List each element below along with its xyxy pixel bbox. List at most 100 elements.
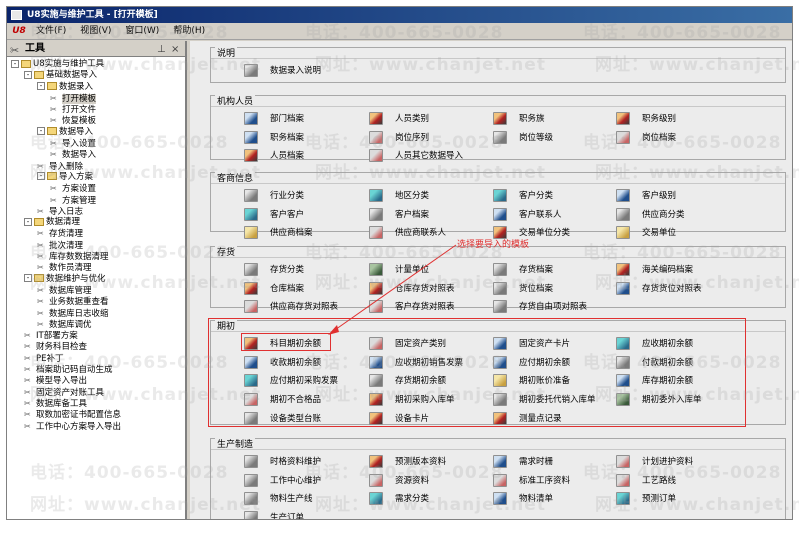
template-item[interactable]: 职务级别	[616, 112, 676, 127]
template-item[interactable]: 生产订单	[244, 511, 304, 519]
tree-item[interactable]: ✂ 业务数据重查看	[7, 296, 185, 307]
template-item[interactable]: 地区分类	[369, 189, 429, 204]
template-item[interactable]: 货位档案	[493, 281, 553, 297]
tree-item[interactable]: - 数据导入	[7, 127, 185, 138]
template-item[interactable]: 部门档案	[244, 112, 304, 127]
collapse-toggle-icon[interactable]: -	[37, 127, 45, 136]
tree-item[interactable]: - 基础数据导入	[7, 70, 185, 81]
template-item[interactable]: 海关编码档案	[616, 263, 693, 278]
template-label: 供应商档案	[270, 228, 313, 239]
folder-icon	[34, 274, 44, 283]
template-item[interactable]: 供应商分类	[616, 207, 685, 223]
tree-item[interactable]: ✂ 导入日志	[7, 206, 185, 217]
template-item[interactable]: 职务档案	[244, 130, 304, 146]
template-item[interactable]: 供应商档案	[244, 226, 313, 241]
tree-item[interactable]: ✂ 方案管理	[7, 195, 185, 206]
tree-item-label: PE补丁	[36, 353, 64, 364]
tree-item[interactable]: ✂ 数据库管理	[7, 285, 185, 296]
collapse-toggle-icon[interactable]: -	[24, 274, 32, 283]
menu-view[interactable]: 视图(V)	[73, 24, 118, 39]
tree-item[interactable]: ✂ 导入设置	[7, 138, 185, 149]
tree-item[interactable]: ✂ 导入删除	[7, 161, 185, 172]
template-item[interactable]: 时格资料维护	[244, 455, 321, 470]
template-item[interactable]: 标准工序资料	[493, 473, 570, 489]
template-item[interactable]: 仓库档案	[244, 281, 304, 297]
template-item[interactable]: 工作中心维护	[244, 473, 321, 489]
tree-item-label: 恢复模板	[62, 116, 97, 127]
folder-icon	[21, 59, 31, 68]
tree-item[interactable]: ✂ 数据库日志收缩	[7, 308, 185, 319]
collapse-toggle-icon[interactable]: -	[11, 59, 19, 68]
template-item[interactable]: 客户档案	[369, 207, 429, 223]
template-item[interactable]: 工艺路线	[616, 473, 676, 489]
menu-window[interactable]: 窗口(W)	[118, 24, 166, 39]
tool-leaf-icon: ✂	[37, 285, 44, 295]
template-icon	[369, 207, 383, 221]
close-icon[interactable]: ×	[171, 42, 179, 58]
collapse-toggle-icon[interactable]: -	[24, 217, 32, 226]
template-item[interactable]: 客户级别	[616, 189, 676, 204]
tree-item[interactable]: ✂ 模型导入导出	[7, 375, 185, 386]
tree-item[interactable]: - 数据录入	[7, 82, 185, 93]
template-item[interactable]: 存货分类	[244, 263, 304, 278]
folder-icon	[34, 217, 44, 226]
template-item[interactable]: 计划进护资料	[616, 455, 693, 470]
tree-item[interactable]: ✂ 工作中心方案导入导出	[7, 421, 185, 432]
tree-item[interactable]: - 数据维护与优化	[7, 274, 185, 285]
template-item[interactable]: 人员类别	[369, 112, 429, 127]
tree-item[interactable]: ✂ 恢复模板	[7, 115, 185, 126]
template-item[interactable]: 需求分类	[369, 492, 429, 507]
template-item[interactable]: 客户分类	[493, 189, 553, 204]
template-item[interactable]: 客户联系人	[493, 207, 562, 223]
template-item[interactable]: 存货档案	[493, 263, 553, 278]
tree-item[interactable]: ✂ 库存数数据清理	[7, 251, 185, 262]
tree-item[interactable]: ✂ 固定资产对账工具	[7, 387, 185, 398]
tree-item[interactable]: ✂ 财务科目检查	[7, 341, 185, 352]
tree-item[interactable]: ✂ 数据库备工具	[7, 398, 185, 409]
tree-item[interactable]: ✂ 数作员清理	[7, 262, 185, 273]
tree-item[interactable]: ✂ 批次清理	[7, 240, 185, 251]
pin-icon[interactable]: ⊥	[157, 42, 166, 58]
template-label: 存货自由项对照表	[519, 302, 588, 313]
tree-item[interactable]: - 数据清理	[7, 217, 185, 228]
collapse-toggle-icon[interactable]: -	[24, 70, 32, 79]
template-item[interactable]: 资源资料	[369, 473, 429, 489]
template-item[interactable]: 存货自由项对照表	[493, 300, 587, 315]
template-item[interactable]: 人员其它数据导入	[369, 149, 463, 164]
tree-item[interactable]: ✂ 打开模板	[7, 93, 185, 105]
tree-item[interactable]: ✂ 存货清理	[7, 228, 185, 239]
template-item[interactable]: 需求时栅	[493, 455, 553, 470]
template-item[interactable]: 预测订单	[616, 492, 676, 507]
folder-icon	[47, 82, 57, 91]
template-item[interactable]: 物料清单	[493, 492, 553, 507]
tree-item[interactable]: ✂ IT部署方案	[7, 330, 185, 341]
menu-file[interactable]: 文件(F)	[29, 24, 73, 39]
template-item[interactable]: 交易单位	[616, 226, 676, 241]
template-item[interactable]: 物料生产线	[244, 492, 313, 507]
template-item[interactable]: 岗位档案	[616, 130, 676, 146]
collapse-toggle-icon[interactable]: -	[37, 82, 45, 91]
tree-item[interactable]: ✂ 档案助记码自动生成	[7, 364, 185, 375]
tree-item[interactable]: ✂ 方案设置	[7, 183, 185, 194]
tree-item[interactable]: ✂ 数据库调优	[7, 319, 185, 330]
template-item[interactable]: 数据录入说明	[244, 64, 321, 79]
template-item[interactable]: 行业分类	[244, 189, 304, 204]
template-item[interactable]: 职务族	[493, 112, 545, 127]
template-item[interactable]: 岗位等级	[493, 130, 554, 146]
tree-item[interactable]: ✂ 取数加密证书配置信息	[7, 409, 185, 420]
template-item[interactable]: 存货货位对照表	[616, 281, 702, 297]
tree-item[interactable]: - 导入方案	[7, 172, 185, 183]
collapse-toggle-icon[interactable]: -	[37, 172, 45, 181]
template-item[interactable]: 预测版本资料	[369, 455, 446, 470]
template-item[interactable]: 客户客户	[244, 207, 304, 223]
menu-help[interactable]: 帮助(H)	[166, 24, 212, 39]
template-item[interactable]: 岗位序列	[369, 130, 429, 146]
template-label: 岗位等级	[519, 132, 554, 143]
template-icon	[244, 473, 258, 487]
tree-item-label: 数据维护与优化	[46, 273, 106, 284]
template-item[interactable]: 人员档案	[244, 149, 304, 164]
tree-item[interactable]: - U8实施与维护工具	[7, 59, 185, 70]
tree-item[interactable]: ✂ PE补丁	[7, 353, 185, 364]
tree-item[interactable]: ✂ 数据导入	[7, 149, 185, 160]
tree-item[interactable]: ✂ 打开文件	[7, 104, 185, 115]
